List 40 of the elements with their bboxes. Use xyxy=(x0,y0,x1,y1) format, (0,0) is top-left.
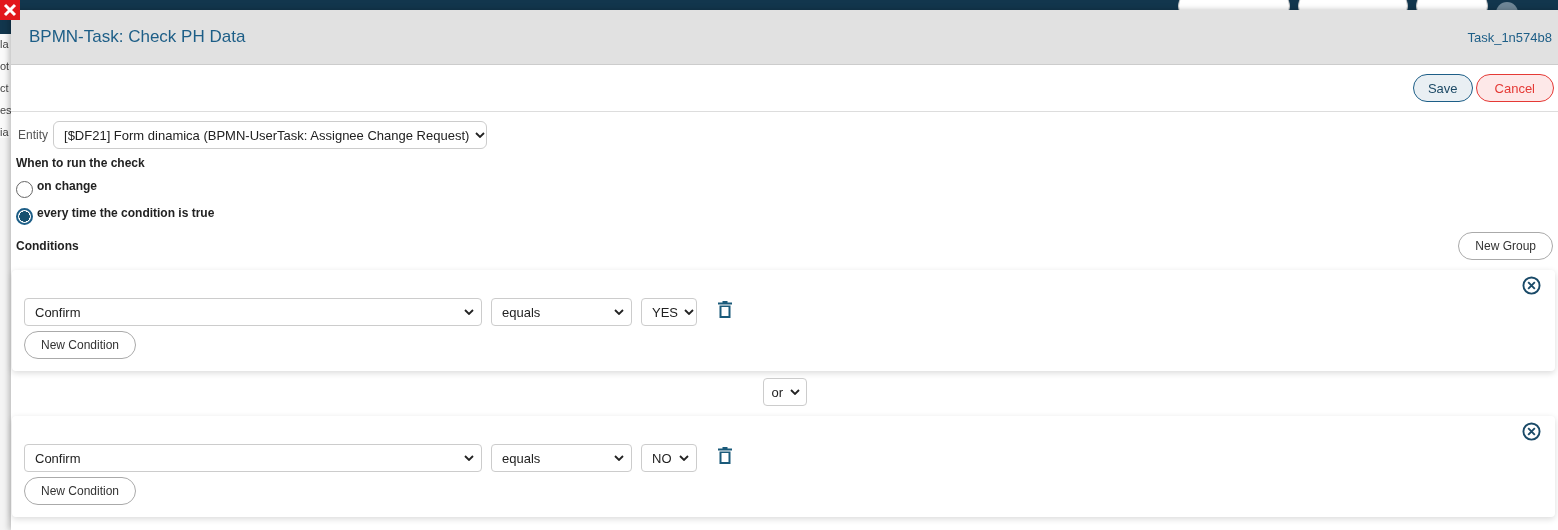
chevron-icon xyxy=(614,309,624,315)
task-id: Task_1n574b8 xyxy=(1467,29,1552,45)
sidebar-item[interactable]: ct xyxy=(0,82,12,94)
trash-icon[interactable] xyxy=(718,300,732,318)
chevron-icon xyxy=(684,309,694,315)
cancel-button[interactable]: Cancel xyxy=(1475,74,1554,102)
chevron-icon xyxy=(464,309,474,315)
radio-button[interactable] xyxy=(16,180,33,198)
remove-group-icon[interactable] xyxy=(1522,276,1541,295)
sidebar-item[interactable]: es xyxy=(0,104,12,116)
trash-icon[interactable] xyxy=(718,446,732,464)
chevron-icon xyxy=(614,455,624,461)
operator-select[interactable]: equals xyxy=(491,444,632,472)
operator-select[interactable]: equals xyxy=(491,298,632,326)
save-button[interactable]: Save xyxy=(1412,74,1473,102)
radio-label: every time the condition is true xyxy=(37,206,215,220)
value-select[interactable]: NO xyxy=(641,444,697,472)
field-select[interactable]: Confirm xyxy=(24,444,482,472)
close-icon[interactable] xyxy=(0,0,20,20)
remove-group-icon[interactable] xyxy=(1522,422,1541,441)
radio-button[interactable] xyxy=(16,207,33,225)
chevron-icon xyxy=(475,132,486,138)
new-condition-button[interactable]: New Condition xyxy=(24,331,137,359)
sidebar-item[interactable]: ot xyxy=(0,60,12,72)
dialog-title: BPMN-Task: Check PH Data xyxy=(29,27,246,47)
chevron-icon xyxy=(464,455,474,461)
section-label: Conditions xyxy=(16,239,79,253)
chevron-icon xyxy=(789,389,800,395)
sidebar-item[interactable]: la xyxy=(0,38,12,50)
section-label: When to run the check xyxy=(16,156,146,170)
new-group-button[interactable]: New Group xyxy=(1458,232,1553,260)
chevron-icon xyxy=(679,455,689,461)
sidebar-item[interactable]: ia xyxy=(0,126,12,138)
radio-label: on change xyxy=(37,179,97,193)
new-condition-button[interactable]: New Condition xyxy=(24,477,137,505)
entity-select[interactable]: [$DF21] Form dinamica (BPMN-UserTask: Assignee Change Request) xyxy=(53,121,487,149)
value-select[interactable]: YES xyxy=(641,298,697,326)
field-select[interactable]: Confirm xyxy=(24,298,482,326)
entity-label: Entity xyxy=(18,128,48,142)
logic-select[interactable]: or xyxy=(762,378,807,406)
